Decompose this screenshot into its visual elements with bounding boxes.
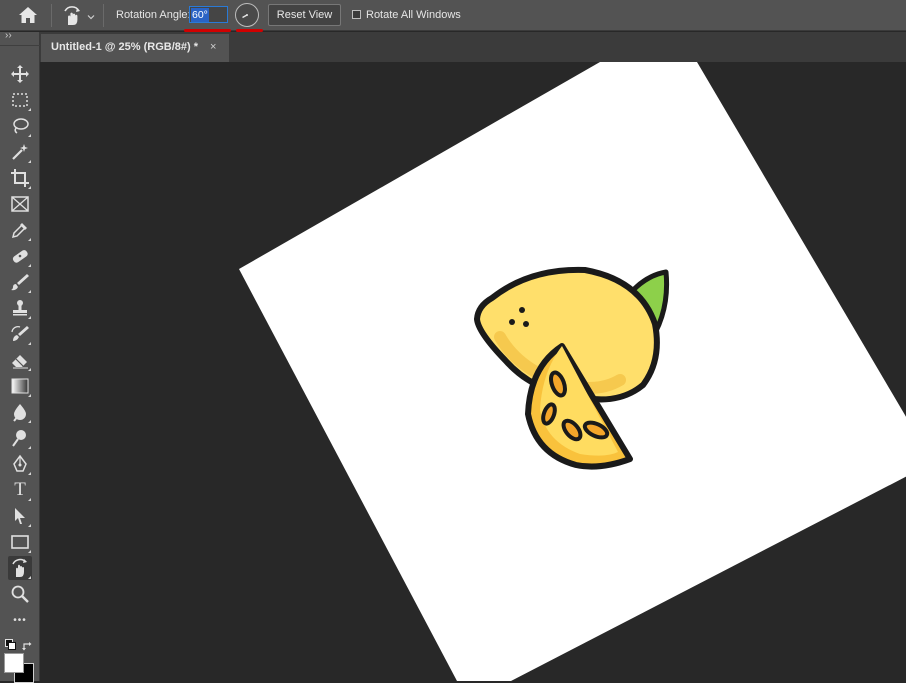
close-icon[interactable]: ×	[210, 34, 216, 61]
zoom-icon[interactable]	[8, 582, 32, 606]
eraser-icon[interactable]	[8, 348, 32, 372]
foreground-color-swatch[interactable]	[4, 653, 24, 673]
rectangular-marquee-icon[interactable]	[8, 88, 32, 112]
home-icon[interactable]	[18, 6, 38, 24]
lasso-icon[interactable]	[8, 114, 32, 138]
gradient-icon[interactable]	[8, 374, 32, 398]
panel-collapse-bar[interactable]: ››	[0, 30, 40, 46]
path-selection-icon[interactable]	[8, 504, 32, 528]
document-workspace[interactable]	[40, 62, 906, 681]
separator	[51, 4, 52, 27]
rotate-all-windows-label: Rotate All Windows	[366, 9, 461, 21]
crop-icon[interactable]	[8, 166, 32, 190]
frame-icon[interactable]	[8, 192, 32, 216]
swap-colors-icon[interactable]	[22, 639, 33, 651]
rotation-angle-input[interactable]: 60°	[189, 6, 228, 23]
separator	[103, 4, 104, 27]
expand-icon[interactable]: ››	[5, 30, 12, 41]
type-icon[interactable]: T	[8, 478, 32, 502]
pen-icon[interactable]	[8, 452, 32, 476]
rotation-angle-value: 60°	[191, 8, 209, 22]
rotate-view-icon[interactable]	[8, 556, 32, 580]
more-tools-glyph: •••	[13, 614, 27, 626]
default-colors-icon[interactable]	[5, 639, 16, 650]
eyedropper-icon[interactable]	[8, 218, 32, 242]
type-glyph: T	[14, 479, 26, 500]
more-tools-icon[interactable]: •••	[8, 608, 32, 632]
document-canvas[interactable]	[40, 62, 906, 681]
tools-panel: ›› T •••	[0, 30, 40, 683]
clone-stamp-icon[interactable]	[8, 296, 32, 320]
magic-wand-icon[interactable]	[8, 140, 32, 164]
healing-brush-icon[interactable]	[8, 244, 32, 268]
rotate-all-windows-checkbox[interactable]	[352, 10, 361, 19]
reset-view-button[interactable]: Reset View	[268, 4, 341, 26]
rotate-view-icon[interactable]	[60, 5, 84, 27]
blur-icon[interactable]	[8, 400, 32, 424]
document-tab[interactable]: Untitled-1 @ 25% (RGB/8#) * ×	[41, 34, 229, 62]
rotation-angle-label: Rotation Angle:	[116, 9, 191, 21]
document-tab-title: Untitled-1 @ 25% (RGB/8#) *	[51, 41, 199, 53]
move-icon[interactable]	[8, 62, 32, 86]
dodge-icon[interactable]	[8, 426, 32, 450]
brush-icon[interactable]	[8, 270, 32, 294]
document-tab-bar: Untitled-1 @ 25% (RGB/8#) * ×	[40, 32, 906, 62]
rectangle-icon[interactable]	[8, 530, 32, 554]
rotation-dial[interactable]	[235, 3, 259, 27]
history-brush-icon[interactable]	[8, 322, 32, 346]
chevron-down-icon[interactable]	[86, 9, 96, 20]
options-bar: Rotation Angle: 60° Reset View Rotate Al…	[0, 0, 906, 32]
